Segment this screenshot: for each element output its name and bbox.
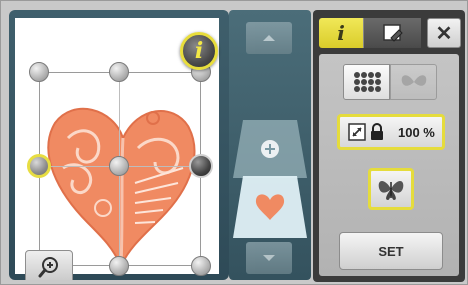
grid-dots-icon	[353, 72, 381, 92]
tab-edit-pattern[interactable]	[363, 18, 421, 48]
embroidery-canvas: i	[9, 10, 229, 280]
close-button[interactable]: ✕	[427, 18, 461, 48]
scroll-up-button[interactable]	[246, 22, 292, 54]
scale-button[interactable]: 100 %	[337, 114, 445, 150]
resize-icon	[348, 123, 366, 141]
layer-column	[229, 10, 311, 280]
butterfly-icon	[378, 181, 404, 200]
add-layer-button[interactable]	[229, 120, 311, 180]
screen-frame: i i ✕ 100 % SET	[0, 0, 468, 285]
edit-pattern-icon	[382, 24, 403, 42]
stitch-view-button[interactable]	[343, 64, 390, 100]
pattern-layer-item[interactable]	[229, 176, 311, 240]
scroll-down-button[interactable]	[246, 242, 292, 274]
triangle-up-icon	[263, 35, 275, 41]
handle-top-left[interactable]	[29, 62, 49, 82]
display-mode-group	[343, 64, 437, 100]
butterfly-outline-icon	[401, 75, 426, 86]
tab-info[interactable]: i	[319, 18, 363, 48]
handle-middle-right[interactable]	[189, 154, 213, 178]
handle-middle-left[interactable]	[27, 154, 51, 178]
lock-icon	[371, 123, 383, 140]
scale-value: 100 %	[398, 124, 435, 140]
info-icon: i	[337, 21, 345, 45]
right-panel: i ✕ 100 % SET	[313, 10, 465, 282]
realistic-view-button[interactable]	[390, 64, 437, 100]
handle-top-center[interactable]	[109, 62, 129, 82]
set-button[interactable]: SET	[339, 232, 443, 270]
triangle-down-icon	[263, 255, 275, 261]
info-button[interactable]: i	[180, 32, 218, 70]
zoom-in-icon	[38, 257, 58, 278]
edit-panel: 100 % SET	[319, 54, 459, 276]
info-icon: i	[194, 38, 204, 64]
handle-center[interactable]	[109, 156, 129, 176]
handle-bottom-right[interactable]	[191, 256, 211, 276]
pattern-view-button[interactable]	[368, 168, 414, 210]
handle-bottom-center[interactable]	[109, 256, 129, 276]
zoom-button[interactable]	[25, 250, 73, 280]
